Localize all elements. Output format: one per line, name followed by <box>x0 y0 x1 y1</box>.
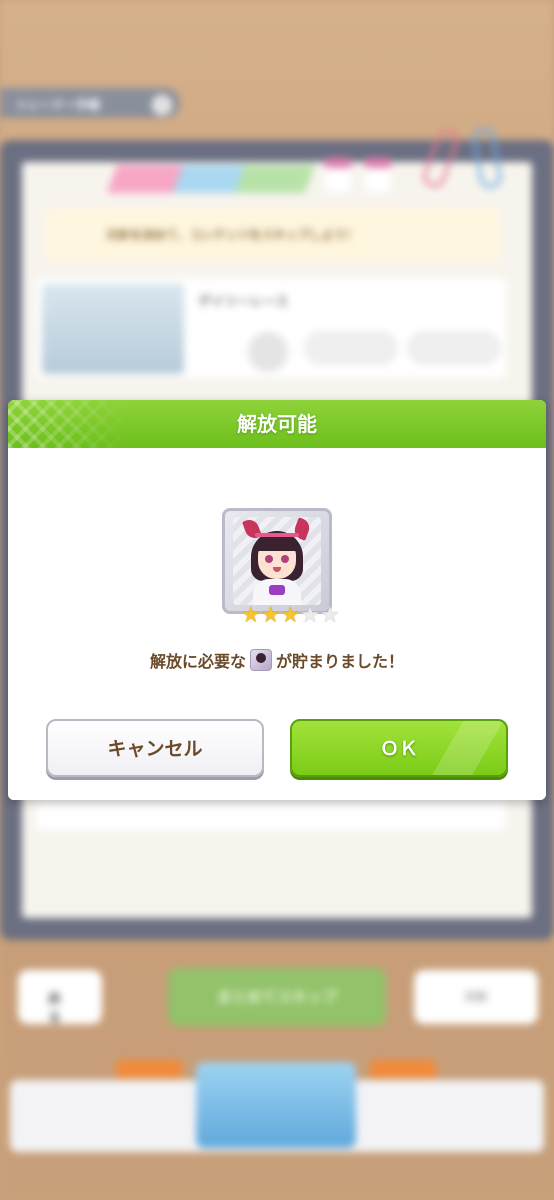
content-row <box>36 800 506 830</box>
star-filled-icon: ★ <box>260 603 281 628</box>
character-headband <box>255 533 299 537</box>
ok-button[interactable]: ＯＫ <box>290 719 508 777</box>
policy-button: 方針 <box>414 970 538 1024</box>
cancel-button[interactable]: キャンセル <box>46 719 264 777</box>
notebook-tab-green <box>234 165 316 193</box>
character-portrait-card: ★ ★ ★ ★ ★ <box>222 508 340 627</box>
character-ribbon <box>269 585 285 595</box>
character-eye <box>265 555 273 563</box>
message-text-after: が貯まりました！ <box>276 652 405 671</box>
dialog-header: 解放可能 <box>8 400 546 448</box>
character-portrait <box>233 517 321 605</box>
star-empty-icon: ★ <box>300 603 320 628</box>
star-filled-icon: ★ <box>280 603 301 628</box>
sticker <box>325 158 351 192</box>
message-text-before: 解放に必要な <box>149 652 246 671</box>
info-icon: i <box>150 93 174 117</box>
nav-badge <box>116 1060 182 1078</box>
dialog-title: 解放可能 <box>237 412 317 436</box>
unlock-message: 解放に必要な が貯まりました！ <box>8 648 546 672</box>
star-filled-icon: ★ <box>241 603 261 628</box>
sticker <box>365 158 391 192</box>
bottom-nav-home <box>196 1062 356 1148</box>
skip-all-button: まとめてスキップ <box>168 968 386 1026</box>
character-bangs <box>255 535 299 551</box>
content-row-button <box>408 332 500 364</box>
character-piece-icon <box>250 649 272 671</box>
content-row-title: デイリーレース <box>198 295 289 310</box>
content-row-button <box>305 332 397 364</box>
nav-badge <box>370 1060 436 1078</box>
content-row-icon <box>248 332 288 372</box>
content-thumbnail <box>42 284 184 374</box>
star-empty-icon: ★ <box>319 603 340 628</box>
rarity-stars: ★ ★ ★ ★ ★ <box>241 605 340 627</box>
character-eye <box>281 555 289 563</box>
back-button: 戻る <box>18 970 102 1026</box>
skip-hint-banner: 方針を決めて、コンテンツをスキップしよう！ <box>46 208 500 262</box>
